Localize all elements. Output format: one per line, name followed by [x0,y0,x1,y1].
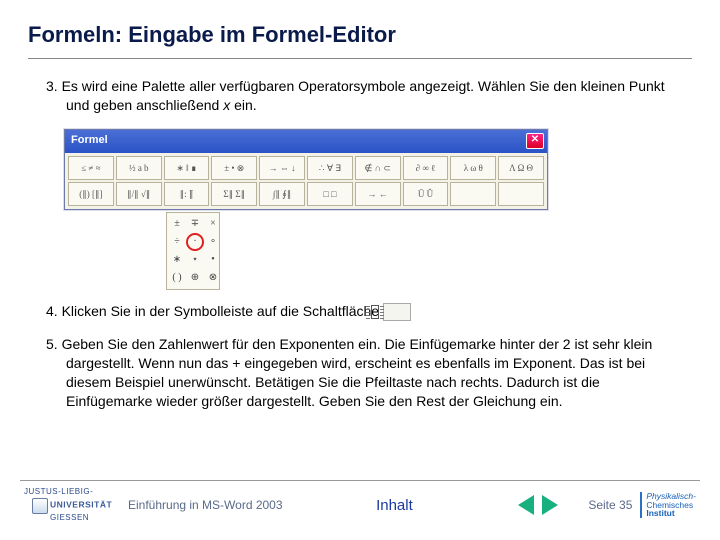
dropdown-cell[interactable]: ÷ [169,234,185,250]
crest-icon [32,498,48,514]
toolbar-cell[interactable]: → ⇔ ↓ [259,156,305,180]
formula-title: Formel [71,134,108,146]
institute-logo: Physikalisch- Chemisches Institut [640,492,696,519]
formula-toolbar: ≤ ≠ ≈ ½ a b ∗ ‖ ∎ ± • ⊗ → ⇔ ↓ ∴ ∀ ∃ ∉ ∩ … [65,153,547,209]
course-title: Einführung in MS-Word 2003 [128,498,283,512]
toolbar-cell[interactable]: □ □ [307,182,353,206]
close-icon[interactable]: ✕ [526,133,544,149]
toolbar-cell[interactable]: ∥: ∥̈ [164,182,210,206]
toolbar-cell[interactable]: (∥) [∥] [68,182,114,206]
page-title: Formeln: Eingabe im Formel-Editor [28,22,692,48]
list-item-3: 3. Es wird eine Palette aller verfügbare… [46,77,674,115]
item-number: 3. [46,78,58,94]
item-text-post: ein. [230,97,256,113]
list-item-5: 5. Geben Sie den Zahlenwert für den Expo… [46,335,674,411]
pci-line-3: Institut [646,509,696,518]
toolbar-cell[interactable]: ∫∥ ∮∥ [259,182,305,206]
formula-editor-screenshot: Formel ✕ ≤ ≠ ≈ ½ a b ∗ ‖ ∎ ± • ⊗ → ⇔ ↓ ∴… [64,129,674,290]
matrix-template-icon [383,303,411,321]
body-text: 3. Es wird eine Palette aller verfügbare… [28,77,692,411]
contents-link[interactable]: Inhalt [376,497,413,514]
footer: JUSTUS-LIEBIG- UNIVERSITÄT GIESSEN Einfü… [0,480,720,540]
footer-divider [20,480,700,481]
operator-dropdown: ± ∓ × ÷ · ∘ ∗ ⋆ • ( ) ⊕ ⊗ [166,212,220,290]
formula-window: Formel ✕ ≤ ≠ ≈ ½ a b ∗ ‖ ∎ ± • ⊗ → ⇔ ↓ ∴… [64,129,548,210]
item-number: 5. [46,336,58,352]
prev-arrow-icon[interactable] [518,495,534,515]
toolbar-cell[interactable]: ≤ ≠ ≈ [68,156,114,180]
item-number: 4. [46,303,58,319]
slide-content: Formeln: Eingabe im Formel-Editor 3. Es … [0,0,720,411]
toolbar-cell[interactable] [498,182,544,206]
toolbar-cell[interactable]: λ ω θ [450,156,496,180]
dropdown-cell[interactable]: ∓ [187,216,203,232]
uni-line-1: JUSTUS-LIEBIG- [24,488,120,496]
dropdown-cell[interactable]: ( ) [169,270,185,286]
dropdown-cell[interactable]: ⋆ [187,252,203,268]
toolbar-cell[interactable]: ∥/∥ √∥ [116,182,162,206]
uni-line-3: GIESSEN [24,514,120,522]
formula-titlebar: Formel ✕ [65,130,547,153]
dropdown-cell[interactable]: ⊗ [205,270,221,286]
dropdown-cell[interactable]: × [205,216,221,232]
item-text: Geben Sie den Zahlenwert für den Exponen… [58,336,653,409]
toolbar-cell[interactable]: ½ a b [116,156,162,180]
toolbar-row-1: ≤ ≠ ≈ ½ a b ∗ ‖ ∎ ± • ⊗ → ⇔ ↓ ∴ ∀ ∃ ∉ ∩ … [67,155,545,181]
dropdown-cell[interactable]: • [205,252,221,268]
toolbar-cell[interactable]: Σ∥ Σ∥ [211,182,257,206]
title-divider [28,58,692,59]
dropdown-cell[interactable]: ⊕ [187,270,203,286]
toolbar-row-2: (∥) [∥] ∥/∥ √∥ ∥: ∥̈ Σ∥ Σ∥ ∫∥ ∮∥ □ □ → ←… [67,181,545,207]
page-number: Seite 35 [588,498,632,512]
dropdown-cell[interactable]: ∗ [169,252,185,268]
university-logo: JUSTUS-LIEBIG- UNIVERSITÄT GIESSEN [24,488,120,522]
toolbar-cell[interactable]: ∴ ∀ ∃ [307,156,353,180]
dropdown-cell[interactable]: ∘ [205,234,221,250]
toolbar-cell[interactable]: ∗ ‖ ∎ [164,156,210,180]
toolbar-cell[interactable]: ∂ ∞ ℓ [403,156,449,180]
dropdown-cell[interactable]: ± [169,216,185,232]
toolbar-cell[interactable]: ± • ⊗ [211,156,257,180]
toolbar-cell[interactable]: Λ Ω Θ [498,156,544,180]
toolbar-cell[interactable]: Ū Û [403,182,449,206]
toolbar-cell[interactable]: ∉ ∩ ⊂ [355,156,401,180]
footer-row: JUSTUS-LIEBIG- UNIVERSITÄT GIESSEN Einfü… [0,485,720,525]
dropdown-cell-highlighted[interactable]: · [187,234,203,250]
list-item-4: 4. Klicken Sie in der Symbolleiste auf d… [46,302,674,321]
toolbar-cell[interactable]: → ← [355,182,401,206]
next-arrow-icon[interactable] [542,495,558,515]
item-text: Klicken Sie in der Symbolleiste auf die … [58,303,383,319]
toolbar-cell[interactable] [450,182,496,206]
item-text-pre: Es wird eine Palette aller verfügbaren O… [58,78,665,113]
uni-line-2: UNIVERSITÄT [50,499,112,509]
